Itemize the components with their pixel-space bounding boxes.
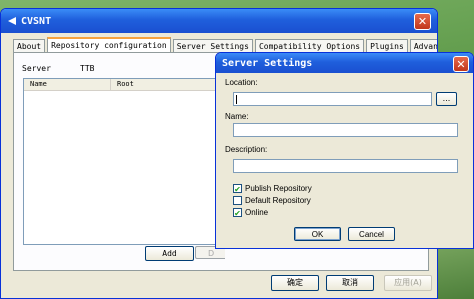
default-repository-option[interactable]: Default Repository <box>233 196 311 205</box>
close-icon: ✕ <box>456 57 466 71</box>
server-label: Server <box>22 64 51 73</box>
column-header-name[interactable]: Name <box>24 79 111 90</box>
name-input[interactable] <box>233 123 458 137</box>
default-repository-checkbox[interactable] <box>233 196 242 205</box>
description-label: Description: <box>225 145 268 154</box>
dialog-close-button[interactable]: ✕ <box>453 56 469 72</box>
tab-strip: About Repository configuration Server Se… <box>13 37 437 53</box>
default-repository-label: Default Repository <box>245 196 311 205</box>
ok-button[interactable]: 确定 <box>271 275 319 291</box>
location-input[interactable] <box>233 92 432 106</box>
online-checkbox[interactable]: ✔ <box>233 208 242 218</box>
cvsnt-app-icon <box>7 16 17 26</box>
list-header: Name Root <box>24 79 224 91</box>
column-header-root[interactable]: Root <box>111 79 224 90</box>
close-icon: ✕ <box>417 15 428 28</box>
dialog-title: Server Settings <box>222 57 313 69</box>
main-titlebar[interactable]: CVSNT <box>1 9 437 33</box>
description-input[interactable] <box>233 159 458 173</box>
publish-repository-label: Publish Repository <box>245 184 312 193</box>
dialog-ok-button[interactable]: OK <box>294 227 341 241</box>
text-caret <box>236 95 237 104</box>
add-button[interactable]: Add <box>145 246 194 261</box>
server-value: TTB <box>80 64 95 73</box>
tab-advanced[interactable]: Advanced <box>409 39 437 52</box>
tab-repository-configuration[interactable]: Repository configuration <box>47 37 171 53</box>
tab-plugins[interactable]: Plugins <box>366 39 408 52</box>
name-label: Name: <box>225 112 249 121</box>
apply-button[interactable]: 应用(A) <box>384 275 432 291</box>
browse-button[interactable]: ... <box>436 92 457 106</box>
location-label: Location: <box>225 78 258 87</box>
online-option[interactable]: ✔ Online <box>233 208 269 218</box>
dialog-titlebar[interactable]: Server Settings <box>216 53 473 73</box>
online-label: Online <box>245 208 269 217</box>
dialog-cancel-button[interactable]: Cancel <box>348 227 395 241</box>
cancel-button[interactable]: 取消 <box>326 275 374 291</box>
publish-repository-option[interactable]: ✔ Publish Repository <box>233 184 312 194</box>
server-settings-dialog: Server Settings ✕ Location: ... Name: De… <box>215 52 474 249</box>
main-close-button[interactable]: ✕ <box>414 13 431 30</box>
tab-about[interactable]: About <box>13 39 46 52</box>
repository-list[interactable]: Name Root <box>23 78 225 245</box>
main-window-title: CVSNT <box>21 15 52 27</box>
tab-compatibility-options[interactable]: Compatibility Options <box>254 39 365 52</box>
tab-server-settings[interactable]: Server Settings <box>172 39 253 52</box>
publish-repository-checkbox[interactable]: ✔ <box>233 184 242 194</box>
